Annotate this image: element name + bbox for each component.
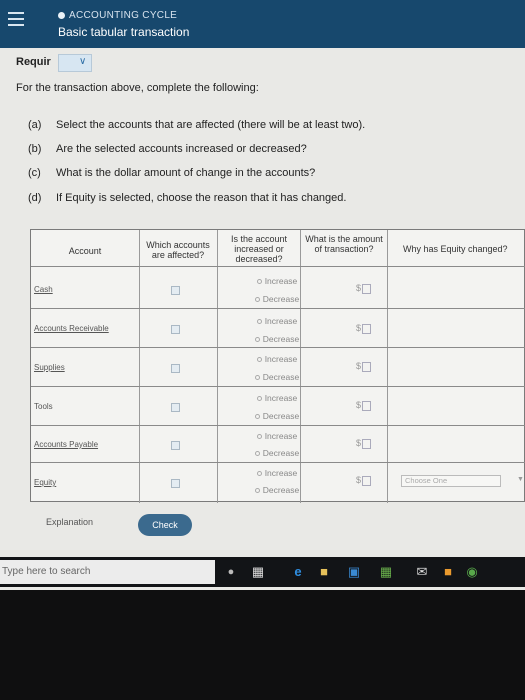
requirement-tab[interactable]: Requir bbox=[16, 56, 51, 68]
account-tools: Tools bbox=[34, 402, 53, 411]
radio-decrease[interactable]: Decrease bbox=[227, 485, 327, 495]
menu-icon[interactable] bbox=[8, 12, 24, 28]
task-view-icon[interactable]: ▦ bbox=[250, 564, 266, 580]
check-button[interactable]: Check bbox=[138, 514, 192, 536]
radio-increase[interactable]: Increase bbox=[227, 354, 327, 364]
account-cash: Cash bbox=[34, 285, 53, 294]
amount-field[interactable]: $ bbox=[356, 475, 372, 486]
question-b: (b) Are the selected accounts increased o… bbox=[28, 143, 307, 155]
course-title: ACCOUNTING CYCLE bbox=[58, 10, 177, 21]
chrome-icon[interactable]: ◉ bbox=[464, 564, 480, 580]
chevron-down-icon: ▼ bbox=[517, 476, 524, 483]
row-divider bbox=[31, 266, 525, 267]
radio-decrease[interactable]: Decrease bbox=[227, 411, 327, 421]
account-supplies: Supplies bbox=[34, 363, 65, 372]
header-amount: What is the amount of transaction? bbox=[305, 234, 383, 254]
status-dot-icon bbox=[58, 11, 65, 19]
checkbox-accounts-payable[interactable] bbox=[171, 441, 180, 450]
monitor-bezel bbox=[0, 590, 525, 700]
checkbox-equity[interactable] bbox=[171, 479, 180, 488]
amount-field[interactable]: $ bbox=[356, 323, 372, 334]
radio-decrease[interactable]: Decrease bbox=[227, 294, 327, 304]
account-accounts-payable: Accounts Payable bbox=[34, 440, 99, 449]
mail-icon[interactable]: ✉ bbox=[414, 564, 430, 580]
checkbox-accounts-receivable[interactable] bbox=[171, 325, 180, 334]
row-divider bbox=[31, 462, 525, 463]
app-icon[interactable]: ■ bbox=[440, 564, 456, 580]
amount-field[interactable]: $ bbox=[356, 361, 372, 372]
radio-decrease[interactable]: Decrease bbox=[227, 334, 327, 344]
account-equity: Equity bbox=[34, 478, 57, 487]
course-label: ACCOUNTING CYCLE bbox=[69, 10, 178, 21]
radio-increase[interactable]: Increase bbox=[227, 393, 327, 403]
question-d: (d) If Equity is selected, choose the rea… bbox=[28, 192, 347, 204]
taskbar-search-input[interactable]: Type here to search bbox=[0, 560, 215, 584]
amount-field[interactable]: $ bbox=[356, 438, 372, 449]
requirement-dropdown[interactable]: ∨ bbox=[58, 54, 92, 72]
radio-increase[interactable]: Increase bbox=[227, 316, 327, 326]
row-divider bbox=[31, 347, 525, 348]
amount-field[interactable]: $ bbox=[356, 283, 372, 294]
edge-browser-icon[interactable]: e bbox=[290, 564, 306, 580]
header-why-equity: Why has Equity changed? bbox=[403, 244, 508, 254]
microphone-icon[interactable]: ● bbox=[223, 564, 239, 580]
checkbox-cash[interactable] bbox=[171, 286, 180, 295]
app-header: ACCOUNTING CYCLE Basic tabular transacti… bbox=[0, 0, 525, 48]
radio-increase[interactable]: Increase bbox=[227, 431, 327, 441]
amount-field[interactable]: $ bbox=[356, 400, 372, 411]
radio-decrease[interactable]: Decrease bbox=[227, 372, 327, 382]
assignment-title: Basic tabular transaction bbox=[58, 25, 190, 39]
file-explorer-icon[interactable]: ■ bbox=[316, 564, 332, 580]
explanation-button[interactable]: Explanation bbox=[46, 517, 93, 527]
windows-taskbar: Type here to search ● ▦ e ■ ▣ ▦ ✉ ■ ◉ bbox=[0, 557, 525, 587]
radio-decrease[interactable]: Decrease bbox=[227, 448, 327, 458]
header-inc-dec: Is the account increased or decreased? bbox=[230, 234, 288, 264]
checkbox-supplies[interactable] bbox=[171, 364, 180, 373]
radio-increase[interactable]: Increase bbox=[227, 468, 327, 478]
row-divider bbox=[31, 386, 525, 387]
app-icon[interactable]: ▦ bbox=[378, 564, 394, 580]
question-c: (c) What is the dollar amount of change i… bbox=[28, 167, 316, 179]
question-a: (a) Select the accounts that are affected… bbox=[28, 119, 366, 131]
equity-reason-select[interactable]: Choose One bbox=[401, 475, 501, 487]
chevron-down-icon: ∨ bbox=[79, 56, 87, 67]
account-accounts-receivable: Accounts Receivable bbox=[34, 324, 109, 333]
store-icon[interactable]: ▣ bbox=[346, 564, 362, 580]
instructions-text: For the transaction above, complete the … bbox=[16, 82, 259, 94]
radio-increase[interactable]: Increase bbox=[227, 276, 327, 286]
browser-viewport: ACCOUNTING CYCLE Basic tabular transacti… bbox=[0, 0, 525, 590]
transaction-table: Account Which accounts are affected? Is … bbox=[30, 229, 525, 503]
row-divider bbox=[31, 425, 525, 426]
checkbox-tools[interactable] bbox=[171, 403, 180, 412]
row-divider bbox=[31, 308, 525, 309]
header-account: Account bbox=[68, 246, 102, 256]
header-affected: Which accounts are affected? bbox=[146, 240, 210, 260]
